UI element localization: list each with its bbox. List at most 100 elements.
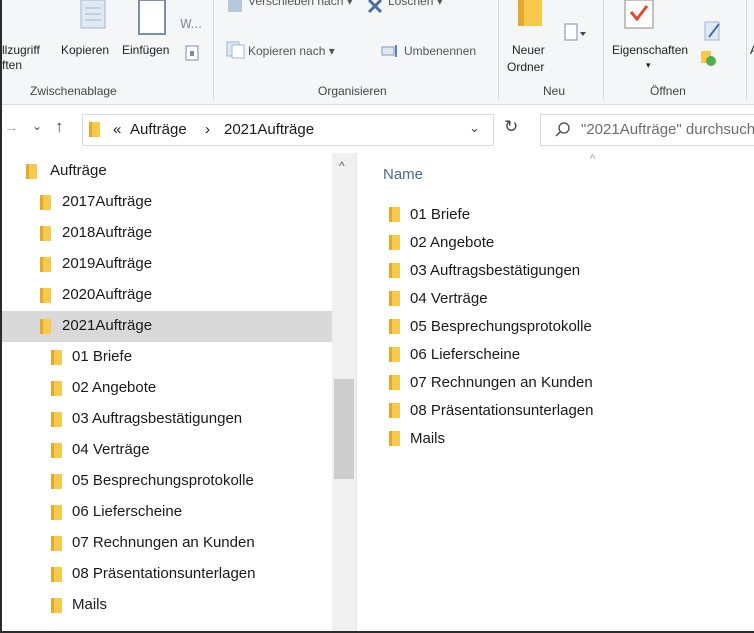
file-list-item-label: 04 Verträge [410, 290, 488, 307]
search-input[interactable]: "2021Aufträge" durchsuchen [540, 114, 754, 146]
copy-button[interactable]: Kopieren [61, 43, 109, 58]
tree-item-label: 2017Aufträge [62, 193, 153, 210]
breadcrumb-separator[interactable]: › [205, 121, 210, 138]
tree-item-label: 2019Aufträge [62, 255, 153, 272]
folder-icon [51, 474, 62, 489]
new-folder-label[interactable]: Neuer [512, 43, 545, 58]
tree-item-label: 2020Aufträge [62, 286, 153, 303]
folder-icon [51, 536, 62, 551]
tree-item-label: Mails [72, 596, 108, 613]
tree-item[interactable]: 01 Briefe [2, 342, 332, 373]
new-item-icon[interactable] [563, 22, 587, 42]
tree-item-label: 02 Angebote [72, 379, 157, 396]
folder-icon [51, 412, 62, 427]
breadcrumb-item-auftraege[interactable]: Aufträge [130, 121, 187, 138]
scroll-up-arrow-icon[interactable]: ^ [339, 159, 345, 173]
breadcrumb-item-2021auftraege[interactable]: 2021Aufträge [224, 121, 314, 138]
paste-button[interactable]: Einfügen [122, 43, 169, 58]
tree-item-label: Aufträge [50, 162, 107, 179]
tree-item[interactable]: 2021Aufträge [2, 311, 332, 342]
file-list-item-label: 06 Lieferscheine [410, 346, 521, 363]
tree-item[interactable]: 07 Rechnungen an Kunden [2, 528, 332, 559]
tree-item[interactable]: 04 Verträge [2, 435, 332, 466]
folder-icon [51, 567, 62, 582]
move-to-button[interactable]: Verschieben nach ▾ [248, 0, 353, 9]
folder-icon [51, 443, 62, 458]
folder-icon [40, 195, 51, 210]
file-list-pane[interactable]: ^ Name 01 Briefe 02 Angebote 03 Auftragsbe… [357, 153, 754, 631]
history-icon[interactable] [699, 49, 717, 67]
tree-item[interactable]: 06 Lieferscheine [2, 497, 332, 528]
folder-icon [389, 403, 400, 418]
folder-icon [389, 291, 400, 306]
folder-icon [40, 288, 51, 303]
folder-icon [51, 381, 62, 396]
navigation-scrollbar[interactable]: ^ [332, 153, 356, 631]
window-frame-left [0, 0, 2, 633]
tree-item-label: 01 Briefe [72, 348, 133, 365]
paste-shortcut-icon[interactable] [184, 44, 200, 62]
properties-button[interactable]: Eigenschaften [612, 43, 688, 58]
rename-button[interactable]: Umbenennen [404, 44, 476, 59]
address-bar[interactable]: « Aufträge › 2021Aufträge ⌄ [82, 114, 494, 146]
tree-item-label: 03 Auftragsbestätigungen [72, 410, 243, 427]
recent-locations-icon[interactable]: ⌄ [32, 119, 42, 133]
file-list-item[interactable]: 05 Besprechungsprotokolle [357, 313, 754, 341]
group-separator [746, 0, 747, 100]
tree-item[interactable]: 02 Angebote [2, 373, 332, 404]
tree-item[interactable]: 03 Auftragsbestätigungen [2, 404, 332, 435]
delete-icon[interactable] [366, 0, 384, 14]
file-list-item[interactable]: 07 Rechnungen an Kunden [357, 369, 754, 397]
tree-item-label: 04 Verträge [72, 441, 150, 458]
file-list-item[interactable]: Mails [357, 425, 754, 453]
file-list-item-label: 01 Briefe [410, 206, 471, 223]
move-to-icon[interactable] [226, 0, 244, 14]
copy-to-icon[interactable] [226, 41, 246, 59]
rename-icon[interactable] [381, 44, 401, 58]
ribbon-overflow-letter[interactable]: A [750, 43, 754, 58]
up-arrow-icon[interactable]: ↑ [55, 117, 64, 137]
file-list-item[interactable]: 06 Lieferscheine [357, 341, 754, 369]
delete-button[interactable]: Löschen ▾ [388, 0, 443, 9]
refresh-icon[interactable]: ↻ [504, 117, 518, 137]
cut-icon[interactable]: W... [180, 12, 204, 32]
copy-to-button[interactable]: Kopieren nach ▾ [248, 44, 335, 59]
tree-item[interactable]: 2020Aufträge [2, 280, 332, 311]
properties-icon[interactable] [624, 0, 654, 30]
tree-item-label: 2021Aufträge [62, 317, 153, 334]
tree-item[interactable]: 2018Aufträge [2, 218, 332, 249]
folder-icon [26, 164, 37, 179]
group-label-zwischenablage: Zwischenablage [30, 84, 117, 98]
ribbon: W... llzugriff ften Kopieren Einfügen Zw… [2, 0, 754, 105]
address-dropdown-icon[interactable]: ⌄ [469, 120, 480, 136]
properties-dropdown-arrow[interactable]: ▾ [646, 58, 651, 73]
forward-arrow-icon[interactable]: → [4, 119, 19, 136]
tree-item-label: 08 Präsentationsunterlagen [72, 565, 256, 582]
column-header-name[interactable]: Name [383, 166, 423, 183]
tree-item[interactable]: 2017Aufträge [2, 187, 332, 218]
tree-item-label: 2018Aufträge [62, 224, 153, 241]
pin-quick-access-icon[interactable] [78, 0, 108, 32]
scrollbar-thumb[interactable] [334, 379, 354, 479]
folder-icon [40, 319, 51, 334]
tree-item[interactable]: 08 Präsentationsunterlagen [2, 559, 332, 590]
folder-icon [389, 207, 400, 222]
schnellzugriff-label-line2[interactable]: ften [2, 58, 22, 73]
breadcrumb-overflow[interactable]: « [113, 121, 121, 138]
file-list-item[interactable]: 04 Verträge [357, 285, 754, 313]
schnellzugriff-label[interactable]: llzugriff [2, 43, 40, 58]
file-list-item[interactable]: 08 Präsentationsunterlagen [357, 397, 754, 425]
tree-item[interactable]: 05 Besprechungsprotokolle [2, 466, 332, 497]
file-list-item[interactable]: 03 Auftragsbestätigungen [357, 257, 754, 285]
tree-item-label: 05 Besprechungsprotokolle [72, 472, 254, 489]
tree-item[interactable]: Aufträge [2, 156, 332, 187]
new-folder-label-line2[interactable]: Ordner [507, 60, 544, 75]
file-list-item[interactable]: 02 Angebote [357, 229, 754, 257]
edit-icon[interactable] [703, 20, 723, 44]
tree-item[interactable]: 2019Aufträge [2, 249, 332, 280]
paste-icon[interactable] [137, 0, 167, 36]
file-list-item[interactable]: 01 Briefe [357, 201, 754, 229]
navigation-pane[interactable]: Aufträge 2017Aufträge 2018Aufträge 2019Auft… [2, 153, 356, 631]
tree-item[interactable]: Mails [2, 590, 332, 621]
new-folder-icon[interactable] [516, 0, 544, 30]
